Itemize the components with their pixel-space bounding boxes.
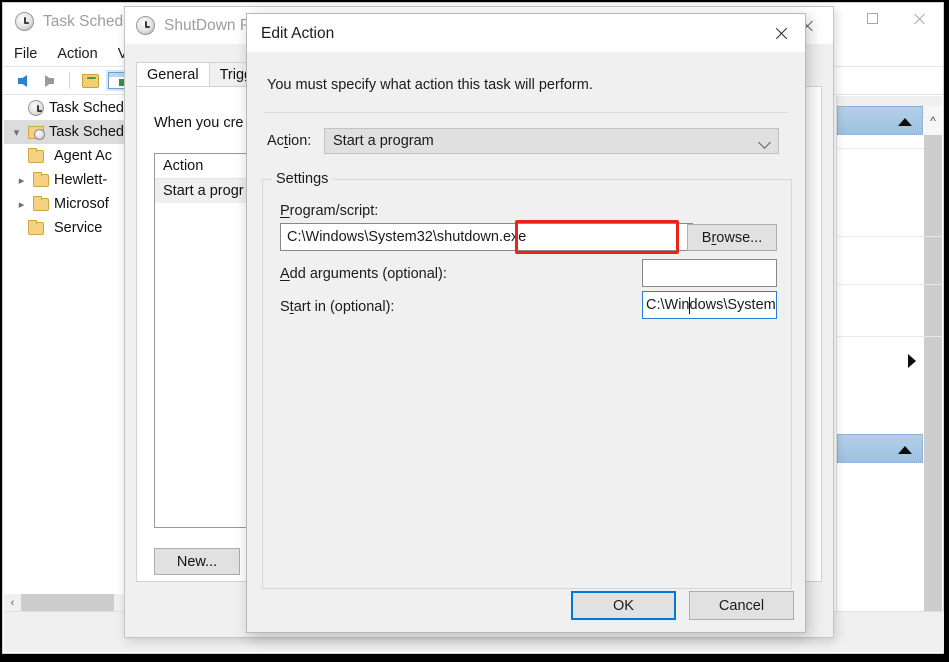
start-in-input[interactable]: C:\Win dows\System xyxy=(642,291,777,319)
start-in-value-before-caret: C:\Win xyxy=(646,297,690,313)
action-select-value: Start a program xyxy=(333,133,434,149)
shutdown-properties-title: ShutDown Pr xyxy=(136,16,255,35)
actions-pane-divider-4 xyxy=(837,336,942,337)
action-label: Action: xyxy=(267,133,312,149)
start-in-label: Start in (optional): xyxy=(280,299,395,315)
actions-scroll-up-button[interactable]: ^ xyxy=(924,106,942,135)
close-icon xyxy=(913,12,926,25)
actions-pane-divider-3 xyxy=(837,284,942,285)
scrollbar-thumb[interactable] xyxy=(21,594,114,611)
forward-arrow-icon[interactable] xyxy=(38,71,60,91)
chevron-down-icon xyxy=(758,136,771,149)
edit-action-divider xyxy=(265,112,789,113)
ok-button[interactable]: OK xyxy=(571,591,676,620)
actions-pane-divider-2 xyxy=(837,236,942,237)
actions-pane-section-2[interactable] xyxy=(837,434,923,463)
actions-scrollbar-track[interactable] xyxy=(924,135,942,611)
edit-action-title: Edit Action xyxy=(261,25,335,42)
action-select[interactable]: Start a program xyxy=(324,128,779,154)
cancel-button[interactable]: Cancel xyxy=(689,591,794,620)
program-script-input[interactable]: C:\Windows\System32\shutdown.exe xyxy=(280,223,693,251)
shutdown-properties-title-text: ShutDown Pr xyxy=(164,16,256,34)
clock-icon xyxy=(136,16,155,35)
edit-action-dialog: Edit Action You must specify what action… xyxy=(246,13,806,633)
toolbar-separator xyxy=(69,72,70,89)
screen-root: Task Scheduler File Action Vi xyxy=(0,0,949,662)
chevron-down-icon[interactable]: ▾ xyxy=(10,126,23,139)
tree-horizontal-scrollbar[interactable]: ‹ xyxy=(4,594,138,611)
add-arguments-input[interactable] xyxy=(642,259,777,287)
tree-item-label: Microsof xyxy=(54,196,109,212)
chevron-right-icon xyxy=(908,354,916,368)
settings-legend: Settings xyxy=(271,171,334,187)
tree-item-agent-activation[interactable]: Agent Ac xyxy=(4,144,138,168)
scheduler-folder-icon xyxy=(28,125,45,140)
start-in-value-after-caret: dows\System xyxy=(689,297,776,313)
actions-pane: ^ xyxy=(836,96,942,611)
new-action-button[interactable]: New... xyxy=(154,548,240,575)
add-arguments-label: Add arguments (optional): xyxy=(280,266,447,282)
back-arrow-icon[interactable] xyxy=(11,71,33,91)
menu-item-action[interactable]: Action xyxy=(57,46,97,62)
actions-pane-section-1[interactable] xyxy=(837,106,923,135)
show-hide-folder-icon[interactable] xyxy=(79,71,101,91)
tree-item-hewlett-packard[interactable]: ▸ Hewlett- xyxy=(4,168,138,192)
tab-general[interactable]: General xyxy=(136,62,210,87)
scroll-left-icon[interactable]: ‹ xyxy=(4,594,21,611)
tree-item-task-scheduler-root[interactable]: Task Scheduler xyxy=(4,96,138,120)
tree-item-service[interactable]: Service xyxy=(4,216,138,240)
edit-action-instruction: You must specify what action this task w… xyxy=(267,77,593,93)
browse-button[interactable]: Br owse... xyxy=(687,224,777,251)
task-scheduler-tree[interactable]: Task Scheduler ▾ Task Schedu Agent Ac ▸ … xyxy=(4,96,138,589)
program-script-label: Program/script: xyxy=(280,203,379,219)
folder-icon xyxy=(33,171,49,187)
shutdown-properties-description: When you cre xyxy=(154,115,244,131)
edit-action-close-button[interactable] xyxy=(758,16,803,49)
task-scheduler-maximize-button[interactable] xyxy=(849,3,895,34)
program-script-value: C:\Windows\System32\shutdown.exe xyxy=(287,229,527,245)
tree-item-label: Task Schedu xyxy=(49,124,133,140)
tree-item-microsoft[interactable]: ▸ Microsof xyxy=(4,192,138,216)
chevron-up-icon xyxy=(898,118,912,126)
edit-action-titlebar: Edit Action xyxy=(247,14,805,52)
clock-icon xyxy=(15,12,34,31)
chevron-right-icon[interactable]: ▸ xyxy=(15,198,28,211)
clock-icon xyxy=(28,100,44,116)
tree-item-label: Service xyxy=(54,220,103,236)
close-icon xyxy=(774,26,788,40)
chevron-right-icon[interactable]: ▸ xyxy=(15,174,28,187)
folder-icon xyxy=(28,147,44,163)
tree-item-label: Hewlett- xyxy=(54,172,108,188)
chevron-up-icon xyxy=(898,446,912,454)
folder-icon xyxy=(33,195,49,211)
maximize-icon xyxy=(866,13,878,24)
tree-item-task-scheduler-library[interactable]: ▾ Task Schedu xyxy=(4,120,138,144)
task-scheduler-close-button[interactable] xyxy=(896,3,942,34)
menu-item-file[interactable]: File xyxy=(14,46,37,62)
tree-item-label: Agent Ac xyxy=(54,148,113,164)
folder-icon xyxy=(28,219,44,235)
